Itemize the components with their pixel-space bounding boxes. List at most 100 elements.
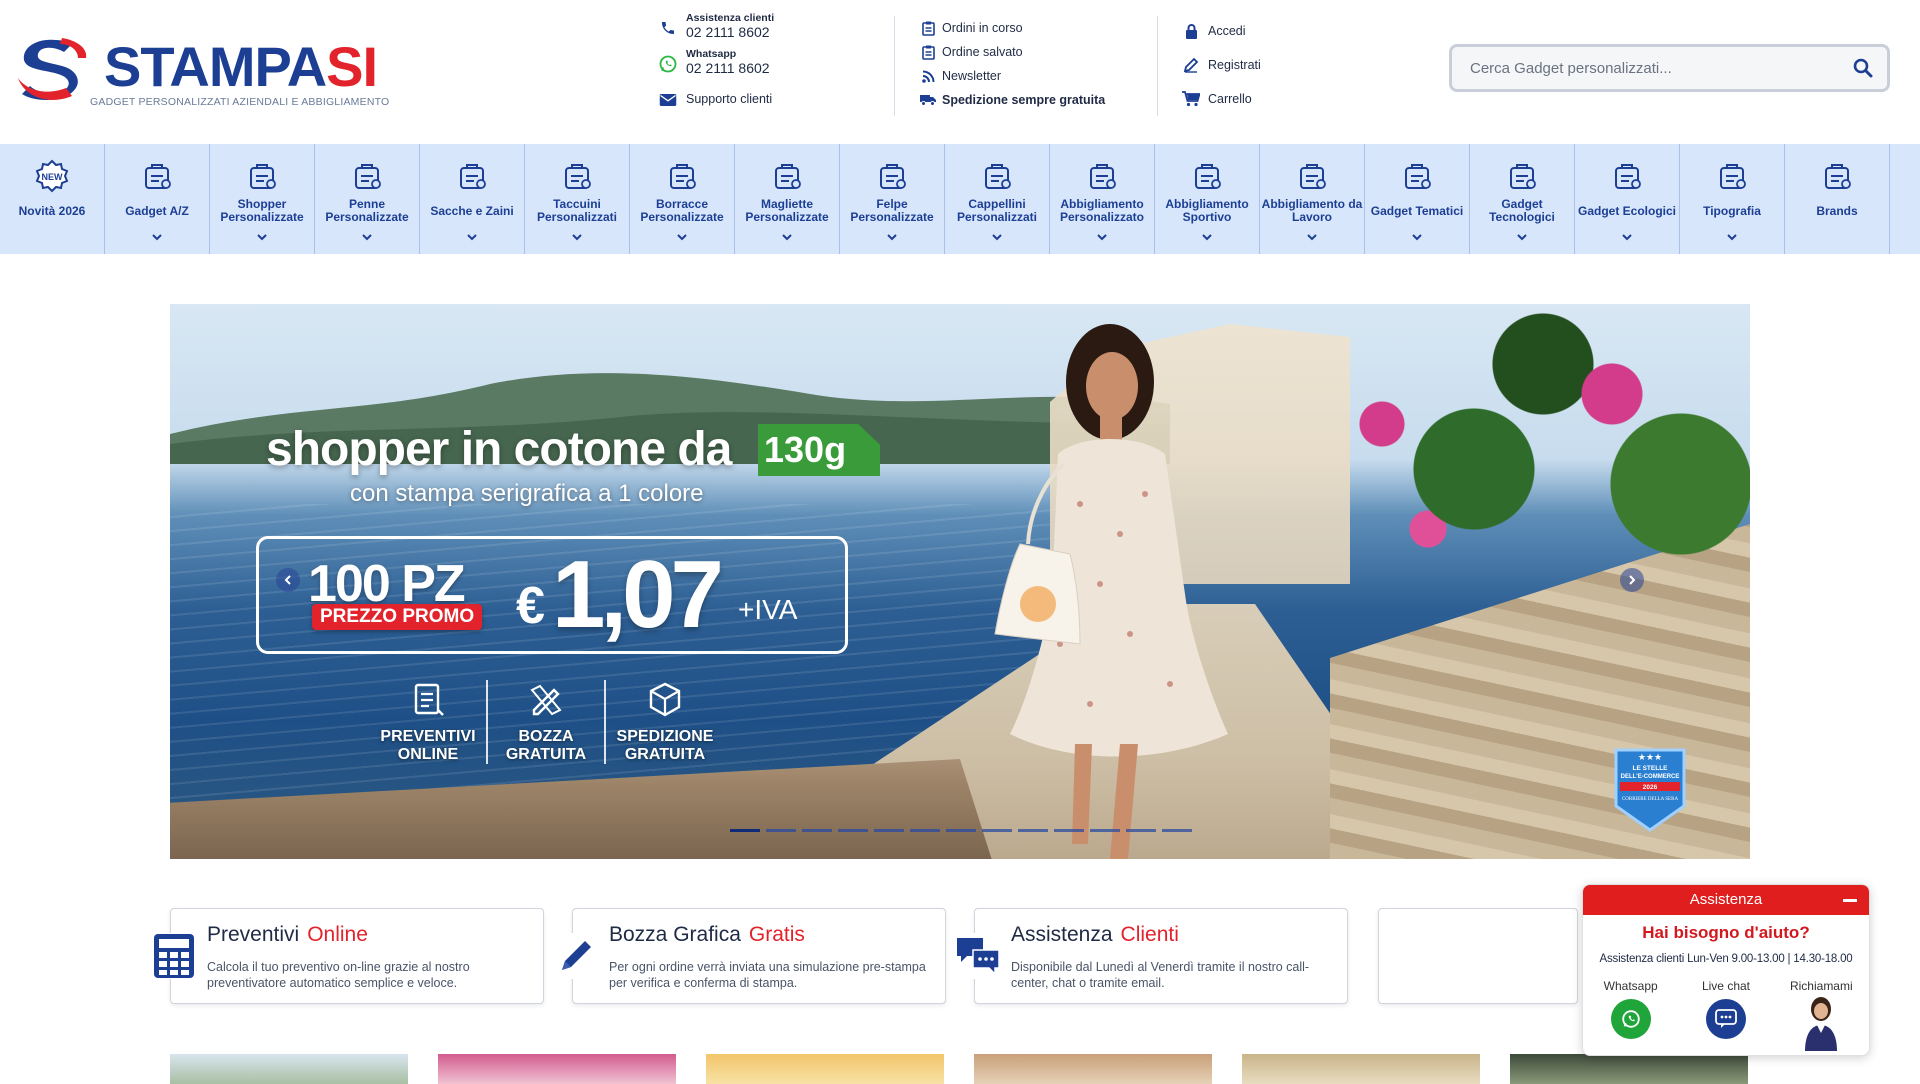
- logo-wordmark: STAMPASI: [104, 38, 378, 96]
- brands-icon: [1817, 158, 1857, 196]
- whatsapp-icon: [658, 54, 678, 74]
- logo-tagline: GADGET PERSONALIZZATI AZIENDALI E ABBIGL…: [90, 96, 390, 108]
- info-title-accent: Gratis: [748, 923, 805, 946]
- slider-dot[interactable]: [802, 829, 832, 832]
- slider-dot[interactable]: [910, 829, 940, 832]
- category-item-tshirt[interactable]: Magliette Personalizzate: [735, 144, 840, 254]
- slider-dot[interactable]: [982, 829, 1012, 832]
- slider-dot[interactable]: [874, 829, 904, 832]
- hero-model-image: [994, 324, 1228, 859]
- chevron-down-icon: [782, 228, 792, 246]
- info-box-quotes[interactable]: Preventivi Online Calcola il tuo preventi…: [151, 908, 544, 1004]
- search-button[interactable]: [1839, 47, 1887, 89]
- category-item-pen[interactable]: Penne Personalizzate: [315, 144, 420, 254]
- category-item-print[interactable]: Tipografia: [1680, 144, 1785, 254]
- slider-dot[interactable]: [946, 829, 976, 832]
- tech-icon: [1502, 158, 1542, 196]
- slider-dot[interactable]: [766, 829, 796, 832]
- calculator-icon: [151, 933, 197, 979]
- info-box-draft[interactable]: Bozza Grafica Gratis Per ogni ordine verr…: [553, 908, 946, 1004]
- agent-avatar[interactable]: [1801, 995, 1841, 1051]
- hero-feature-label: PREVENTIVI ONLINE: [380, 728, 476, 763]
- assistance-widget-header[interactable]: Assistenza: [1583, 885, 1869, 915]
- slider-next-button[interactable]: [1620, 568, 1644, 592]
- orders-ongoing-link[interactable]: Ordini in corso: [920, 16, 1105, 40]
- category-item-brands[interactable]: Brands: [1785, 144, 1890, 254]
- category-item-gadget-az[interactable]: Gadget A/Z: [105, 144, 210, 254]
- slider-dot[interactable]: [1126, 829, 1156, 832]
- minimize-icon[interactable]: [1843, 899, 1857, 902]
- cart-icon: [1182, 90, 1200, 108]
- category-label: Borracce Personalizzate: [640, 197, 724, 224]
- worker-icon: [1292, 158, 1332, 196]
- assist-option-callback[interactable]: Richiamami: [1781, 979, 1861, 1051]
- category-item-shopper[interactable]: Shopper Personalizzate: [210, 144, 315, 254]
- category-item-clothing[interactable]: Abbigliamento Personalizzato: [1050, 144, 1155, 254]
- cart-link[interactable]: Carrello: [1182, 82, 1261, 116]
- chevron-down-icon: [1517, 228, 1527, 246]
- category-item-hoodie[interactable]: Felpe Personalizzate: [840, 144, 945, 254]
- assistance-phone[interactable]: Assistenza clienti 02 2111 8602: [658, 12, 898, 48]
- category-item-eco[interactable]: Gadget Ecologici: [1575, 144, 1680, 254]
- logo[interactable]: STAMPASI GADGET PERSONALIZZATI AZIENDALI…: [16, 34, 389, 114]
- info-title-main: Assistenza: [1011, 923, 1113, 946]
- header-divider: [894, 16, 895, 116]
- assistance-hours: Assistenza clienti Lun-Ven 9.00-13.00 | …: [1599, 953, 1853, 965]
- slider-prev-button[interactable]: [276, 568, 300, 592]
- seal-line-2: DELL'E-COMMERCE: [1621, 774, 1680, 780]
- info-box-assistance[interactable]: Assistenza Clienti Disponibile dal Lunedì…: [955, 908, 1348, 1004]
- category-label: Abbigliamento da Lavoro: [1261, 197, 1363, 224]
- slider-dot[interactable]: [1162, 829, 1192, 832]
- hero-slider[interactable]: shopper in cotone da 130g con stampa ser…: [170, 304, 1750, 859]
- slider-dot[interactable]: [730, 829, 760, 832]
- category-item-cap[interactable]: Cappellini Personalizzati: [945, 144, 1050, 254]
- category-item-notebook[interactable]: Taccuini Personalizzati: [525, 144, 630, 254]
- edit-icon: [1182, 56, 1200, 74]
- category-item-backpack[interactable]: Sacche e Zaini: [420, 144, 525, 254]
- assist-option-whatsapp[interactable]: Whatsapp: [1591, 979, 1671, 1051]
- order-saved-link[interactable]: Ordine salvato: [920, 40, 1105, 64]
- search-input[interactable]: [1452, 47, 1839, 89]
- newsletter-label: Newsletter: [942, 69, 1002, 83]
- chevron-down-icon: [1622, 228, 1632, 246]
- header-divider: [1157, 16, 1158, 116]
- category-item-bottle[interactable]: Borracce Personalizzate: [630, 144, 735, 254]
- assistance-options: Whatsapp Live chat Richiamami: [1583, 979, 1869, 1051]
- svg-text:NEW: NEW: [42, 172, 64, 182]
- free-shipping-info[interactable]: Spedizione sempre gratuita: [920, 88, 1105, 112]
- category-item-worker[interactable]: Abbigliamento da Lavoro: [1260, 144, 1365, 254]
- eco-icon: [1607, 158, 1647, 196]
- slider-dot[interactable]: [838, 829, 868, 832]
- slider-dot[interactable]: [1018, 829, 1048, 832]
- backpack-icon: [452, 158, 492, 196]
- chevron-left-icon: [284, 575, 291, 585]
- category-label: Brands: [1816, 203, 1858, 218]
- category-item-new-badge[interactable]: NEW Novità 2026: [0, 144, 105, 254]
- slider-dot[interactable]: [1054, 829, 1084, 832]
- category-item-sport[interactable]: Abbigliamento Sportivo: [1155, 144, 1260, 254]
- slider-dot[interactable]: [1090, 829, 1120, 832]
- newsletter-link[interactable]: Newsletter: [920, 64, 1105, 88]
- box-icon: [649, 682, 681, 717]
- ecommerce-stars-seal: ★★★ LE STELLE DELL'E-COMMERCE 2026 CORRI…: [1614, 748, 1686, 832]
- chevron-down-icon: [887, 228, 897, 246]
- assist-option-livechat[interactable]: Live chat: [1686, 979, 1766, 1051]
- support-link[interactable]: Supporto clienti: [658, 84, 898, 120]
- assist-option-label: Richiamami: [1789, 979, 1853, 993]
- login-link[interactable]: Accedi: [1182, 14, 1261, 48]
- whatsapp-icon[interactable]: [1610, 999, 1651, 1039]
- seal-year: 2026: [1643, 784, 1658, 791]
- category-item-tech[interactable]: Gadget Tecnologici: [1470, 144, 1575, 254]
- chevron-down-icon: [362, 228, 372, 246]
- free-shipping-label: Spedizione sempre gratuita: [942, 93, 1106, 107]
- hero-vat: +IVA: [738, 594, 798, 625]
- info-title-main: Preventivi: [207, 923, 300, 946]
- new-badge-icon: NEW: [32, 158, 72, 196]
- whatsapp-contact[interactable]: Whatsapp 02 2111 8602: [658, 48, 898, 84]
- livechat-icon[interactable]: [1705, 999, 1746, 1039]
- category-item-themed[interactable]: Gadget Tematici: [1365, 144, 1470, 254]
- chevron-down-icon: [1727, 228, 1737, 246]
- search-bar: [1449, 44, 1890, 92]
- category-label: Taccuini Personalizzati: [536, 197, 618, 224]
- register-link[interactable]: Registrati: [1182, 48, 1261, 82]
